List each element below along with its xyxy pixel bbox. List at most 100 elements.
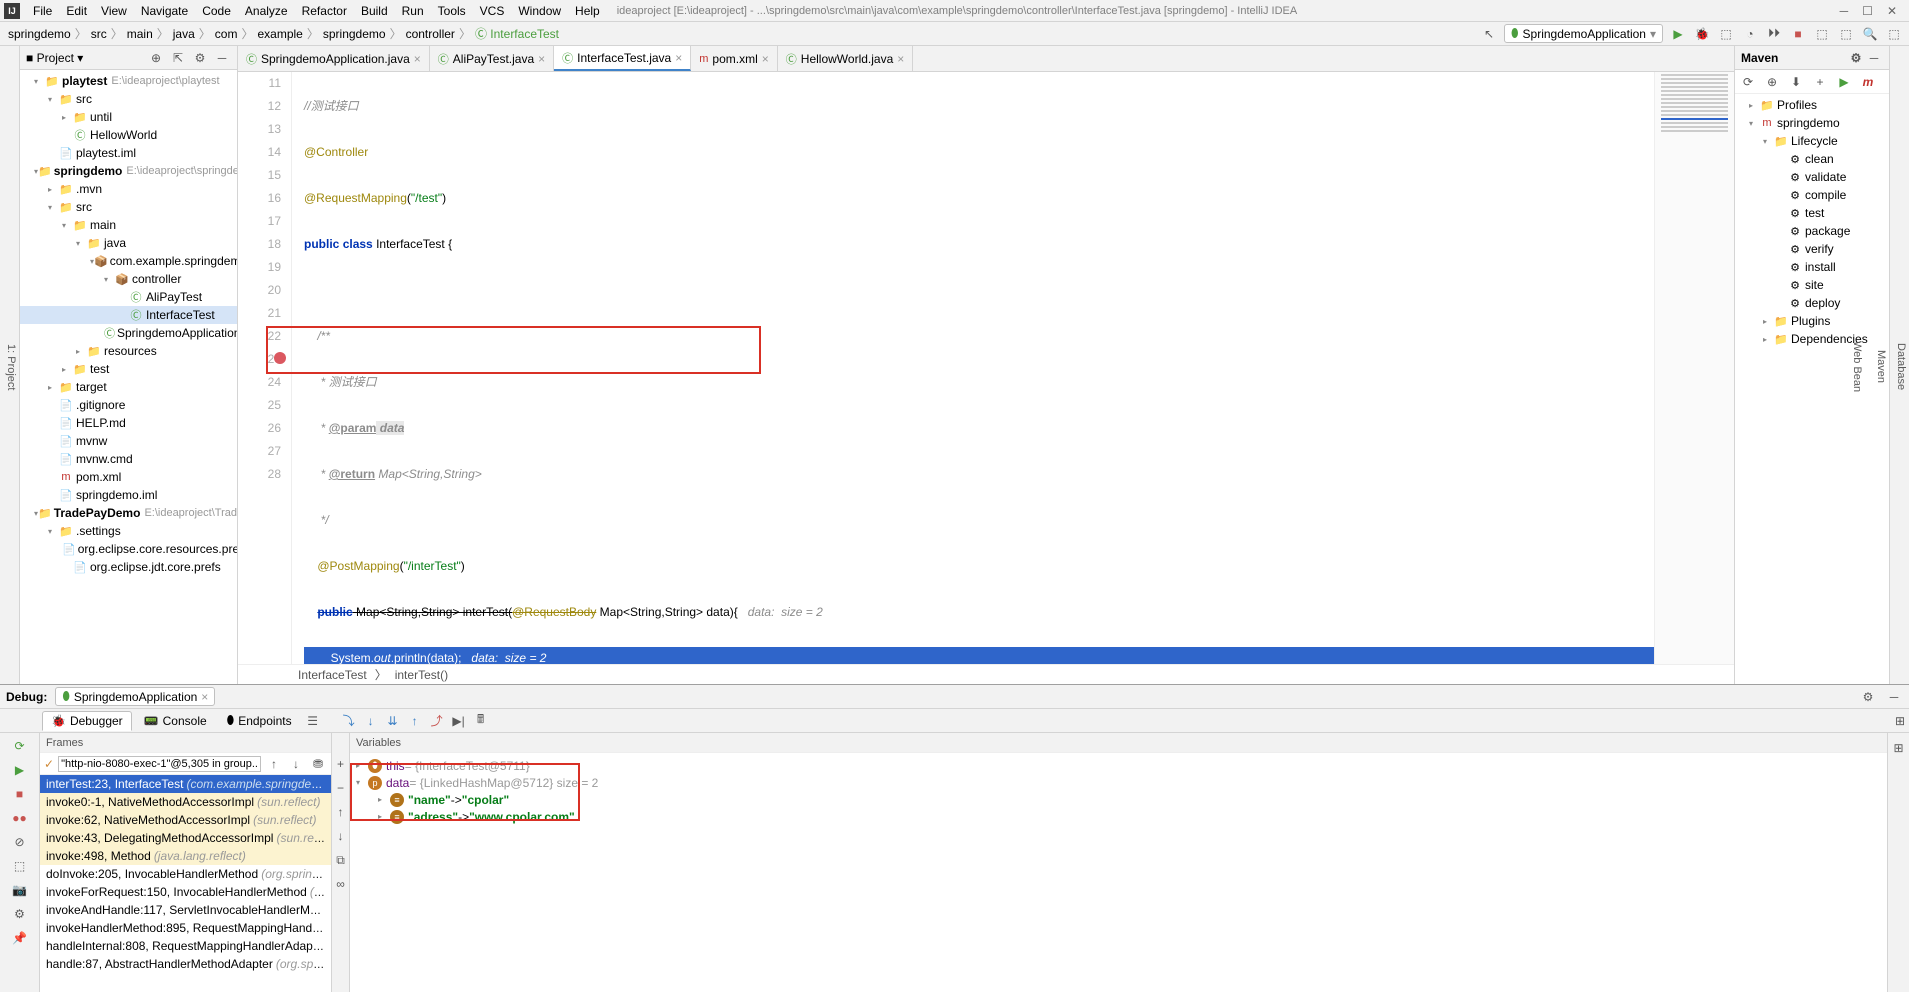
gear-icon[interactable]: ⚙	[1847, 49, 1865, 67]
bc-java[interactable]: java	[171, 27, 197, 41]
prev-frame-icon[interactable]: ↑	[265, 755, 283, 773]
add-watch-icon[interactable]: +	[332, 755, 350, 773]
copy-watch-icon[interactable]: ⧉	[332, 851, 350, 869]
drop-fr_icon[interactable]: ⤴	[428, 712, 446, 730]
build-button[interactable]: ↖	[1480, 25, 1498, 43]
git-update-button[interactable]: ⬚	[1813, 25, 1831, 43]
filter-icon[interactable]: ⛃	[309, 755, 327, 773]
tab-alipaytest[interactable]: ⒸAliPayTest.java×	[430, 46, 554, 71]
project-tool-tab[interactable]: 1: Project	[3, 338, 19, 396]
menu-help[interactable]: Help	[568, 4, 607, 18]
debug-app-tab[interactable]: ⬮SpringdemoApplication×	[55, 687, 215, 706]
search-everywhere-button[interactable]: 🔍	[1861, 25, 1879, 43]
tab-helloworld[interactable]: ⒸHellowWorld.java×	[778, 46, 914, 71]
next-frame-icon[interactable]: ↓	[287, 755, 305, 773]
menu-vcs[interactable]: VCS	[473, 4, 512, 18]
menu-file[interactable]: File	[26, 4, 59, 18]
breakpoints-icon[interactable]: ●●	[11, 809, 29, 827]
stop-button[interactable]: ■	[1789, 25, 1807, 43]
bc-springdemo2[interactable]: springdemo	[321, 27, 388, 41]
pin-icon[interactable]: 📌	[11, 929, 29, 947]
get-thread-icon[interactable]: ⬚	[11, 857, 29, 875]
close-icon[interactable]: ×	[897, 52, 904, 66]
debug-button[interactable]: 🐞	[1693, 25, 1711, 43]
close-icon[interactable]: ×	[414, 52, 421, 66]
bc-class[interactable]: Ⓒ InterfaceTest	[473, 25, 561, 42]
step-into-icon[interactable]: ↓	[362, 712, 380, 730]
bc-controller[interactable]: controller	[404, 27, 457, 41]
hide-icon[interactable]: ─	[1865, 49, 1883, 67]
frame-row[interactable]: invoke:62, NativeMethodAccessorImpl (sun…	[40, 811, 331, 829]
add-icon[interactable]: +	[1811, 73, 1829, 91]
step-out-icon[interactable]: ↑	[406, 712, 424, 730]
collapse-all-icon[interactable]: ⇱	[169, 49, 187, 67]
gutter[interactable]: 11 12 13 14 15 16 17 18 19 20 21 22 23 2…	[238, 72, 292, 664]
run-maven-icon[interactable]: ▶	[1835, 73, 1853, 91]
frame-row[interactable]: invoke0:-1, NativeMethodAccessorImpl (su…	[40, 793, 331, 811]
settings-icon[interactable]: ⚙	[11, 905, 29, 923]
coverage-button[interactable]: ⬚	[1717, 25, 1735, 43]
code-area[interactable]: //测试接口 @Controller @RequestMapping("/tes…	[292, 72, 1654, 664]
endpoints-subtab[interactable]: ⬮ Endpoints	[219, 711, 300, 730]
generate-icon[interactable]: ⊕	[1763, 73, 1781, 91]
frame-row[interactable]: interTest:23, InterfaceTest (com.example…	[40, 775, 331, 793]
link-watch-icon[interactable]: ∞	[332, 875, 350, 893]
settings-icon[interactable]: ⚙	[191, 49, 209, 67]
menu-view[interactable]: View	[94, 4, 134, 18]
stop-debug-icon[interactable]: ■	[11, 785, 29, 803]
hide-icon[interactable]: ─	[213, 49, 231, 67]
scroll-from-source-icon[interactable]: ⊕	[147, 49, 165, 67]
tab-pomxml[interactable]: mpom.xml×	[691, 46, 778, 71]
frame-row[interactable]: invokeForRequest:150, InvocableHandlerMe…	[40, 883, 331, 901]
frame-row[interactable]: invoke:43, DelegatingMethodAccessorImpl …	[40, 829, 331, 847]
thread-dump-icon[interactable]: ☰	[304, 712, 322, 730]
maven-tool-tab[interactable]: Maven	[1873, 344, 1889, 389]
resume-icon[interactable]: ▶	[11, 761, 29, 779]
rerun-icon[interactable]: ⟳	[11, 737, 29, 755]
bc-springdemo[interactable]: springdemo	[6, 27, 73, 41]
run-to-cursor-icon[interactable]: ▶|	[450, 712, 468, 730]
menu-analyze[interactable]: Analyze	[238, 4, 295, 18]
close-button[interactable]: ✕	[1887, 4, 1897, 18]
bean-tool-tab[interactable]: Web Bean	[1849, 335, 1865, 398]
download-icon[interactable]: ⬇	[1787, 73, 1805, 91]
debugger-subtab[interactable]: 🐞 Debugger	[42, 711, 132, 731]
thread-selector[interactable]	[58, 756, 261, 772]
reload-icon[interactable]: ⟳	[1739, 73, 1757, 91]
frame-row[interactable]: handle:87, AbstractHandlerMethodAdapter …	[40, 955, 331, 973]
minimap[interactable]	[1654, 72, 1734, 664]
mute-bp-icon[interactable]: ⊘	[11, 833, 29, 851]
camera-icon[interactable]: 📷	[11, 881, 29, 899]
attach-button[interactable]: ⏵⏵	[1765, 25, 1783, 43]
layout-icon[interactable]: ⊞	[1891, 712, 1909, 730]
console-subtab[interactable]: 📟 Console	[136, 712, 215, 730]
close-icon[interactable]: ×	[538, 52, 545, 66]
remove-watch-icon[interactable]: −	[332, 779, 350, 797]
tab-interfacetest[interactable]: ⒸInterfaceTest.java×	[554, 46, 691, 71]
menu-refactor[interactable]: Refactor	[295, 4, 354, 18]
up-watch-icon[interactable]: ↑	[332, 803, 350, 821]
frame-row[interactable]: invokeHandlerMethod:895, RequestMappingH…	[40, 919, 331, 937]
frame-row[interactable]: doInvoke:205, InvocableHandlerMethod (or…	[40, 865, 331, 883]
bc-main[interactable]: main	[125, 27, 155, 41]
minimize-button[interactable]: ─	[1840, 4, 1849, 18]
profile-button[interactable]: ◔	[1741, 25, 1759, 43]
menu-tools[interactable]: Tools	[431, 4, 473, 18]
close-icon[interactable]: ×	[675, 51, 682, 65]
frames-list[interactable]: interTest:23, InterfaceTest (com.example…	[40, 775, 331, 992]
tab-springdemoapp[interactable]: ⒸSpringdemoApplication.java×	[238, 46, 430, 71]
frame-row[interactable]: invoke:498, Method (java.lang.reflect)	[40, 847, 331, 865]
git-commit-button[interactable]: ⬚	[1837, 25, 1855, 43]
run-config-selector[interactable]: ⬮SpringdemoApplication▾	[1504, 24, 1663, 43]
editor[interactable]: 11 12 13 14 15 16 17 18 19 20 21 22 23 2…	[238, 72, 1734, 664]
layout-icon[interactable]: ⊞	[1890, 739, 1908, 757]
bc-src[interactable]: src	[89, 27, 109, 41]
variables-tree[interactable]: ▸⬮this = {InterfaceTest@5711} ▾pdata = {…	[350, 753, 1887, 992]
bc-example[interactable]: example	[255, 27, 304, 41]
menu-build[interactable]: Build	[354, 4, 395, 18]
frame-row[interactable]: invokeAndHandle:117, ServletInvocableHan…	[40, 901, 331, 919]
gear-icon[interactable]: ⚙	[1859, 688, 1877, 706]
evaluate-icon[interactable]: 🖩	[472, 712, 490, 730]
ide-scripting-button[interactable]: ⬚	[1885, 25, 1903, 43]
menu-navigate[interactable]: Navigate	[134, 4, 195, 18]
